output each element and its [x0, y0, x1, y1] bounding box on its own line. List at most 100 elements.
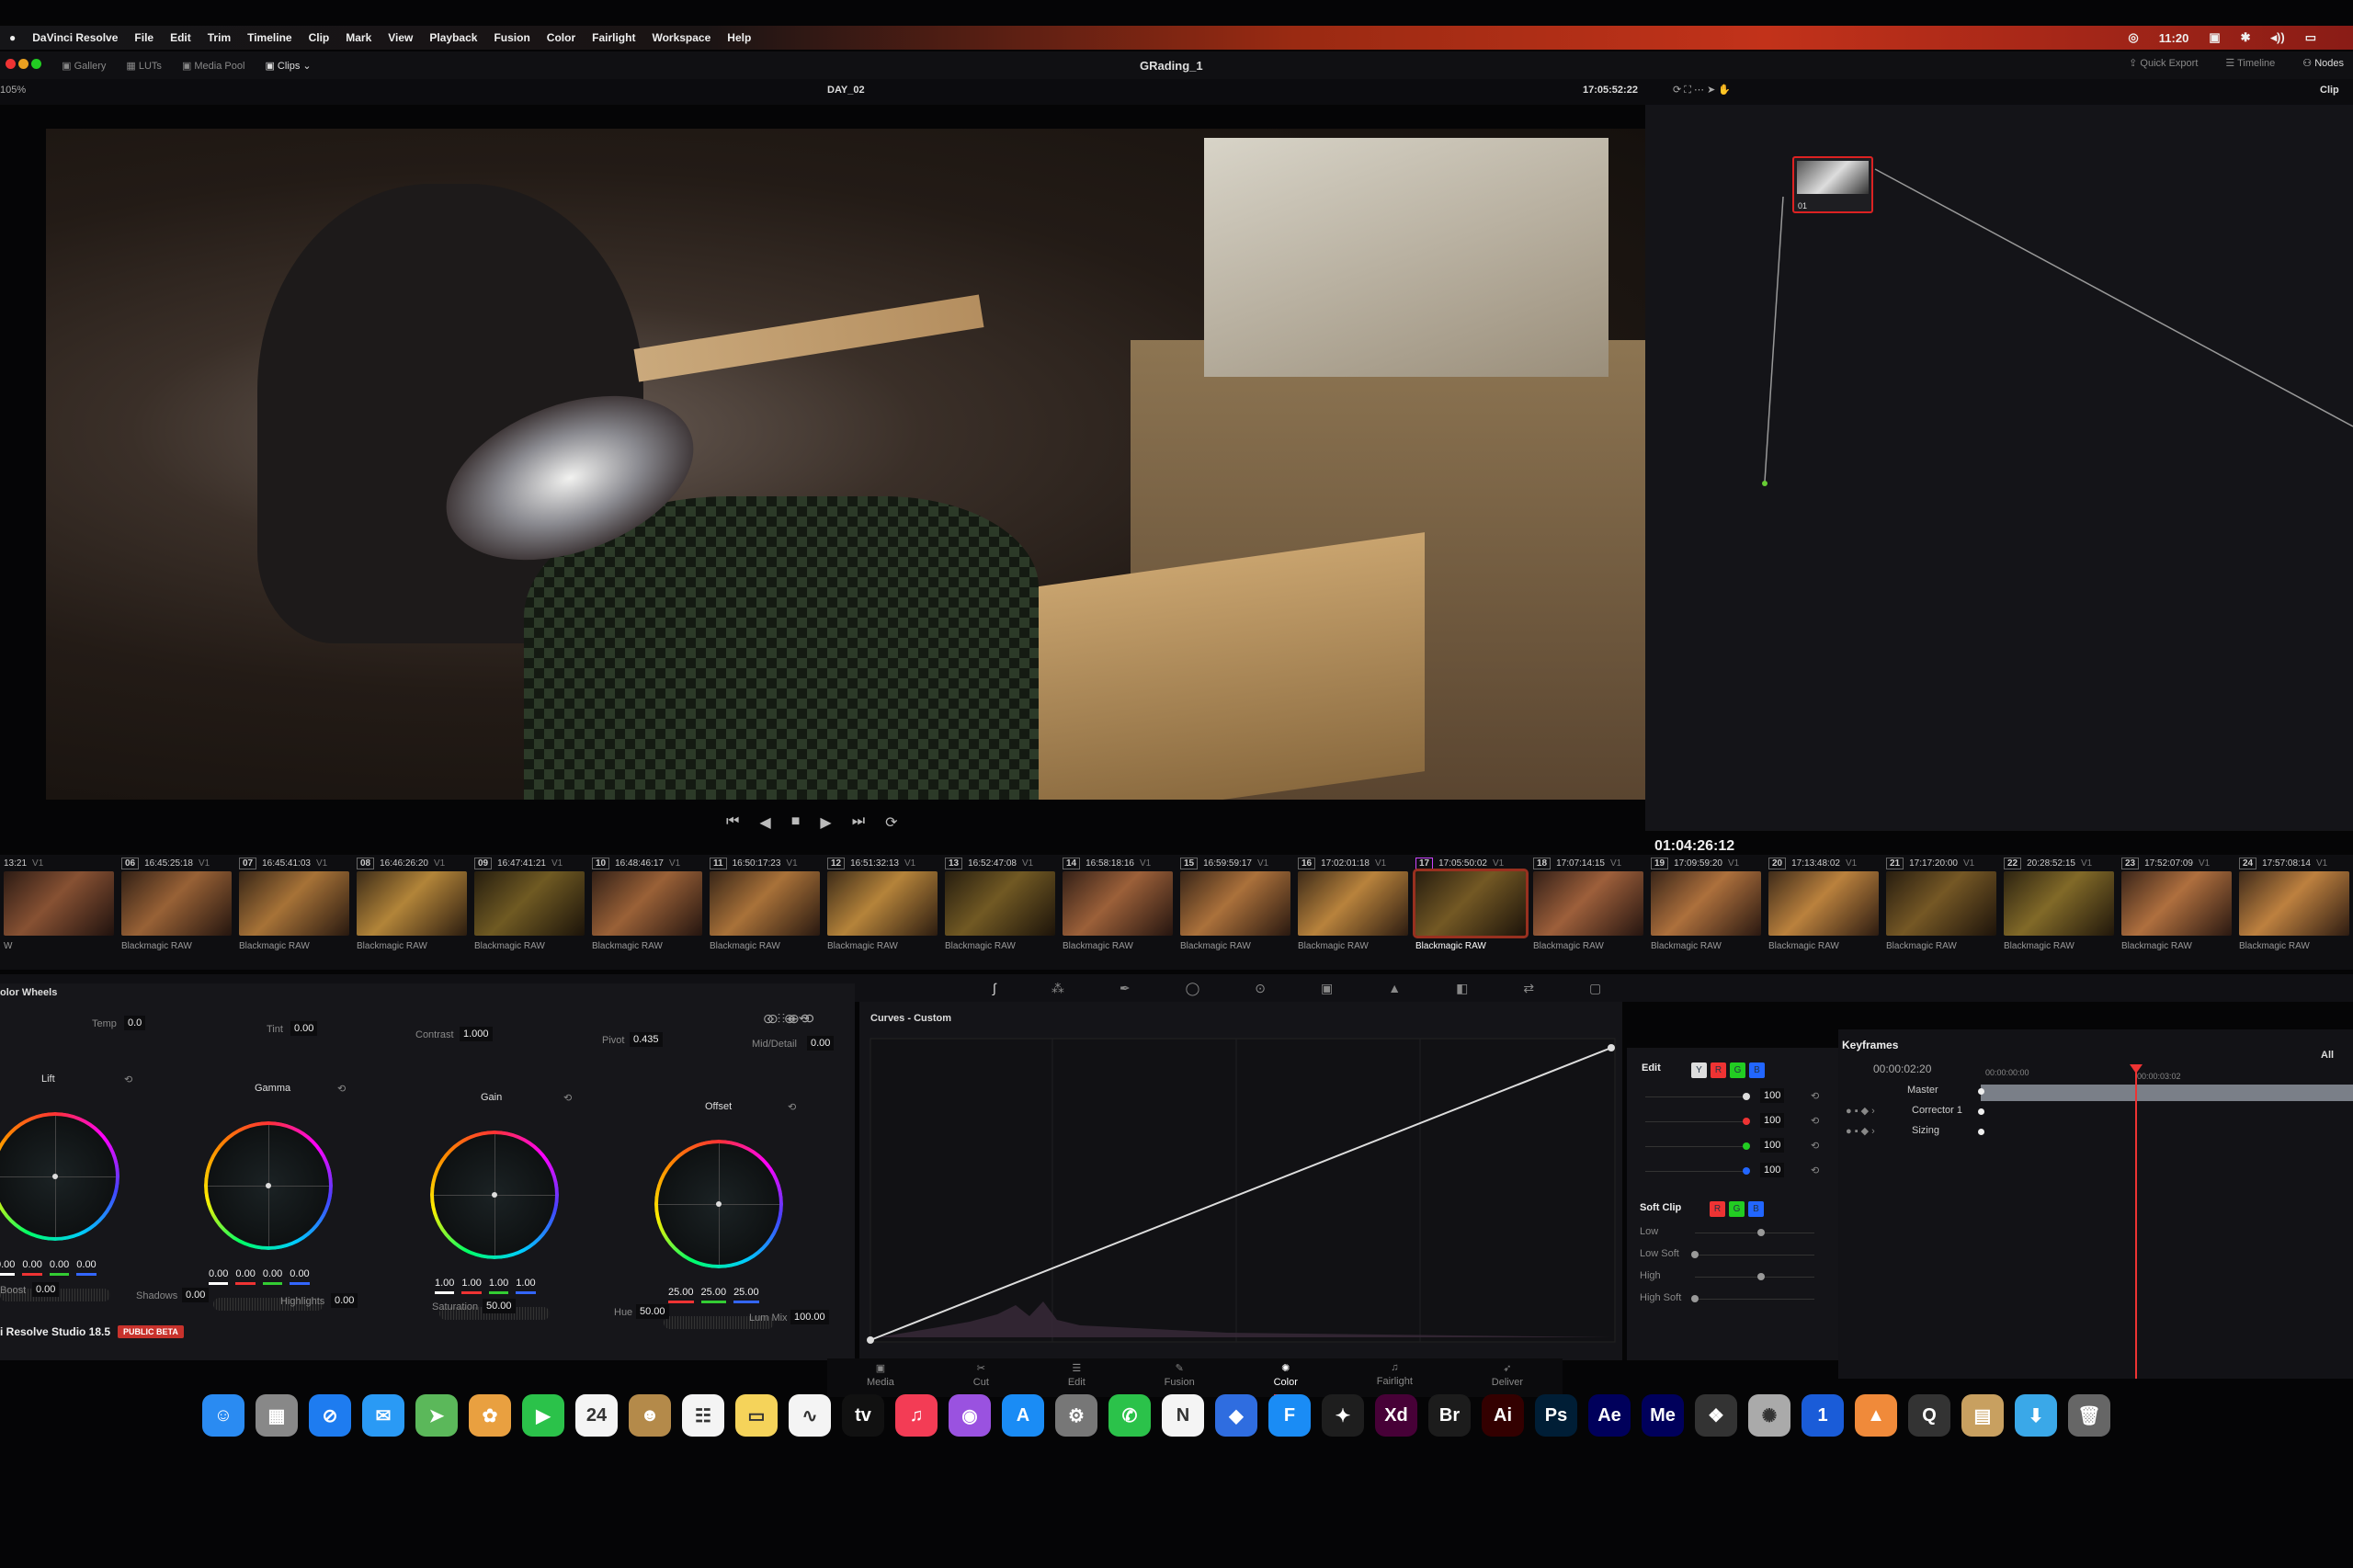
- wheel-value[interactable]: 1.00: [516, 1278, 536, 1294]
- clip-thumbnail[interactable]: 14 16:58:18:16 V1 Blackmagic RAW: [1059, 855, 1176, 970]
- pivot-field[interactable]: 0.435: [630, 1032, 663, 1047]
- podcasts-icon[interactable]: ◉: [949, 1394, 991, 1437]
- intensity-slider-handle[interactable]: [1743, 1093, 1750, 1100]
- reset-offset-icon[interactable]: ⟲: [788, 1101, 796, 1113]
- media-pool-button[interactable]: ▣ Media Pool: [182, 60, 245, 72]
- tracker-icon[interactable]: ⊙: [1255, 981, 1266, 996]
- safari-icon[interactable]: ⊘: [309, 1394, 351, 1437]
- archive-utility-icon[interactable]: ▤: [1961, 1394, 2004, 1437]
- clip-thumbnail[interactable]: 10 16:48:46:17 V1 Blackmagic RAW: [588, 855, 706, 970]
- viewer-timecode[interactable]: 17:05:52:22: [1583, 85, 1638, 96]
- color-warper-icon[interactable]: ⁂: [1051, 981, 1064, 996]
- play-icon[interactable]: ▶: [820, 813, 831, 832]
- clip-thumbnail[interactable]: 12 16:51:32:13 V1 Blackmagic RAW: [824, 855, 941, 970]
- app-silver-icon[interactable]: ✺: [1748, 1394, 1790, 1437]
- finder-icon[interactable]: ☺: [202, 1394, 244, 1437]
- clip-thumbnail[interactable]: 08 16:46:26:20 V1 Blackmagic RAW: [353, 855, 471, 970]
- keyframe-dot[interactable]: [1978, 1088, 1984, 1095]
- wheel-center-handle[interactable]: [52, 1174, 58, 1179]
- quick-export-button[interactable]: ⇪ Quick Export: [2129, 57, 2198, 69]
- menu-fairlight[interactable]: Fairlight: [592, 31, 635, 44]
- clip-thumbnail[interactable]: 13 16:52:47:08 V1 Blackmagic RAW: [941, 855, 1059, 970]
- calendar-icon[interactable]: ▣: [2209, 30, 2220, 45]
- blur-icon[interactable]: ▲: [1388, 981, 1401, 995]
- intensity-field[interactable]: 100: [1760, 1163, 1785, 1177]
- channel-b-button[interactable]: B: [1749, 1062, 1765, 1078]
- clip-image[interactable]: [1298, 871, 1408, 936]
- keyframe-track-sizing[interactable]: Sizing: [1912, 1125, 1939, 1136]
- apple-menu-icon[interactable]: ●: [9, 31, 16, 44]
- apple-tv-icon[interactable]: tv: [842, 1394, 884, 1437]
- music-icon[interactable]: ♫: [895, 1394, 938, 1437]
- node-01[interactable]: 01: [1792, 156, 1873, 213]
- intensity-slider-handle[interactable]: [1743, 1118, 1750, 1125]
- menu-edit[interactable]: Edit: [170, 31, 191, 44]
- clip-image[interactable]: [1063, 871, 1173, 936]
- menu-color[interactable]: Color: [547, 31, 575, 44]
- freeform-icon[interactable]: ∿: [789, 1394, 831, 1437]
- adobe-photoshop-icon[interactable]: Ps: [1535, 1394, 1577, 1437]
- reset-icon[interactable]: ⟲: [1811, 1165, 1819, 1176]
- downloads-folder-icon[interactable]: ⬇: [2015, 1394, 2057, 1437]
- system-settings-icon[interactable]: ⚙: [1055, 1394, 1097, 1437]
- contacts-icon[interactable]: ☻: [629, 1394, 671, 1437]
- clip-image[interactable]: [827, 871, 938, 936]
- stop-icon[interactable]: ■: [791, 813, 801, 832]
- wheel-value[interactable]: 25.00: [733, 1287, 759, 1303]
- contrast-field[interactable]: 1.000: [460, 1027, 493, 1041]
- reset-lift-icon[interactable]: ⟲: [124, 1074, 132, 1085]
- adobe-media-encoder-icon[interactable]: Me: [1642, 1394, 1684, 1437]
- channel-g-button[interactable]: G: [1730, 1062, 1745, 1078]
- reset-gamma-icon[interactable]: ⟲: [337, 1083, 346, 1095]
- shadows-field[interactable]: 0.00: [182, 1288, 210, 1302]
- clip-image[interactable]: [710, 871, 820, 936]
- qualifier-icon[interactable]: ✒: [1120, 981, 1131, 996]
- saturation-field[interactable]: 50.00: [483, 1299, 516, 1313]
- clip-image[interactable]: [2121, 871, 2232, 936]
- clip-thumbnail[interactable]: 22 20:28:52:15 V1 Blackmagic RAW: [2000, 855, 2118, 970]
- figma-icon[interactable]: ✦: [1322, 1394, 1364, 1437]
- clip-image[interactable]: [1886, 871, 1996, 936]
- magic-mask-icon[interactable]: ▣: [1321, 981, 1333, 996]
- reset-icon[interactable]: ⟲: [1811, 1140, 1819, 1152]
- softclip-b-button[interactable]: B: [1748, 1201, 1764, 1217]
- node-editor[interactable]: [1645, 105, 2353, 831]
- track-controls-icon[interactable]: ● ▪ ◆ ›: [1846, 1125, 1875, 1137]
- volume-icon[interactable]: ◂)): [2271, 30, 2285, 45]
- clip-image[interactable]: [474, 871, 585, 936]
- wheel-value[interactable]: 25.00: [668, 1287, 694, 1303]
- clock[interactable]: 11:20: [2159, 31, 2189, 45]
- battery-icon[interactable]: ▭: [2305, 30, 2316, 45]
- facetime-icon[interactable]: ▶: [522, 1394, 564, 1437]
- clip-image[interactable]: [1651, 871, 1761, 936]
- wheel-value[interactable]: 0.00: [235, 1268, 256, 1285]
- zoom-dropdown[interactable]: 105%: [0, 85, 26, 96]
- clip-image[interactable]: [1180, 871, 1290, 936]
- messages-icon[interactable]: ✆: [1108, 1394, 1151, 1437]
- app-blue-1-icon[interactable]: ◆: [1215, 1394, 1257, 1437]
- track-controls-icon[interactable]: ● ▪ ◆ ›: [1846, 1105, 1875, 1117]
- notion-icon[interactable]: N: [1162, 1394, 1204, 1437]
- softclip-r-button[interactable]: R: [1710, 1201, 1725, 1217]
- reminders-icon[interactable]: ☷: [682, 1394, 724, 1437]
- tint-field[interactable]: 0.00: [290, 1021, 318, 1036]
- clip-image[interactable]: [4, 871, 114, 936]
- clip-image[interactable]: [1533, 871, 1643, 936]
- intensity-slider-handle[interactable]: [1743, 1142, 1750, 1150]
- timeline-dropdown[interactable]: DAY_02: [827, 85, 865, 96]
- clip-image[interactable]: [2004, 871, 2114, 936]
- wheel-value[interactable]: 0.00: [76, 1259, 97, 1276]
- clip-image[interactable]: [592, 871, 702, 936]
- clip-thumbnail[interactable]: 13:21 V1 W: [0, 855, 118, 970]
- hue-field[interactable]: 50.00: [636, 1304, 669, 1319]
- keyframe-dot[interactable]: [1978, 1129, 1984, 1135]
- color-boost-field[interactable]: 0.00: [32, 1282, 60, 1297]
- clips-button[interactable]: ▣ Clips ⌄: [265, 60, 311, 72]
- menu-help[interactable]: Help: [727, 31, 751, 44]
- menu-clip[interactable]: Clip: [309, 31, 330, 44]
- softclip-slider-handle[interactable]: [1691, 1251, 1699, 1258]
- reset-gain-icon[interactable]: ⟲: [563, 1092, 572, 1104]
- clip-image[interactable]: [1413, 869, 1529, 938]
- menu-fusion[interactable]: Fusion: [494, 31, 529, 44]
- video-viewer[interactable]: [46, 129, 1645, 800]
